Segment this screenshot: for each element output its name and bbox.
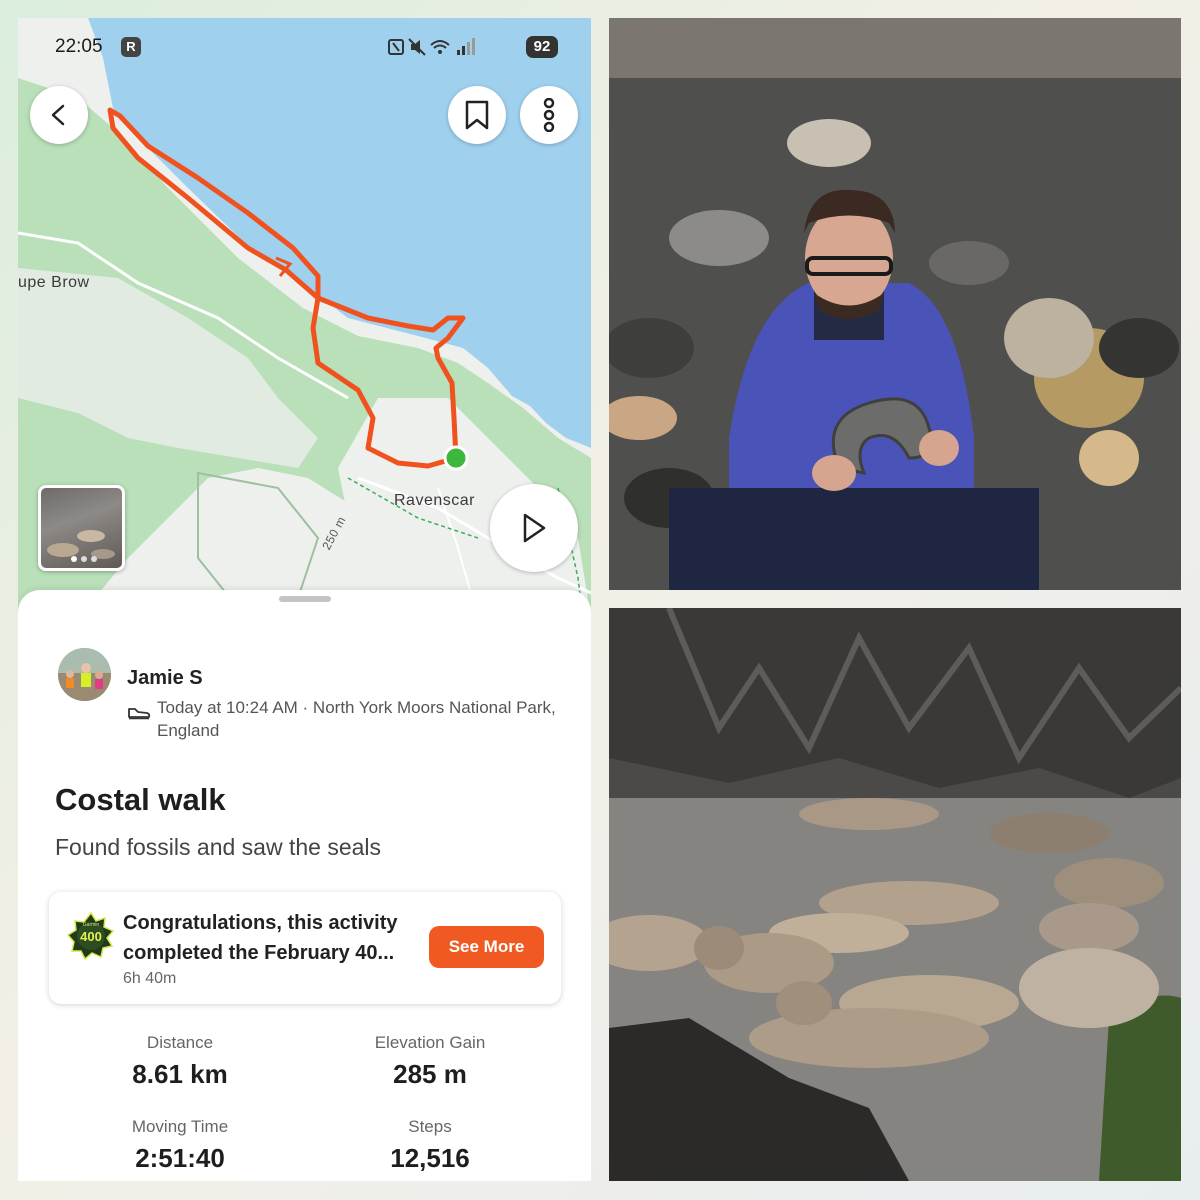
challenge-badge-icon: 400 Garmin — [67, 912, 115, 960]
stat-label: Distance — [146, 1033, 214, 1052]
status-time: 22:05 — [55, 36, 103, 57]
activity-screenshot: 22:05 R 92 upe Brow Ravenscar 250 m Jami… — [18, 18, 591, 1181]
fossil-photo-image — [609, 18, 1181, 590]
fossil-photo — [609, 18, 1181, 590]
status-bar: 22:05 R 92 — [18, 36, 591, 60]
activity-meta: Today at 10:24 AM · North York Moors Nat… — [157, 698, 556, 740]
avatar[interactable] — [58, 648, 111, 701]
back-button[interactable] — [30, 86, 88, 144]
play-icon — [523, 513, 546, 543]
stat-label: Steps — [408, 1117, 452, 1136]
save-route-button[interactable] — [448, 86, 506, 144]
map-place-label: Ravenscar — [394, 492, 475, 509]
carousel-dot — [91, 556, 97, 562]
challenge-message: Congratulations, this activity completed… — [123, 912, 398, 964]
activity-description: Found fossils and saw the seals — [55, 834, 382, 860]
nfc-mute-wifi-signal-icon — [388, 38, 475, 56]
stat-elevation-gain: Elevation Gain 285 m — [305, 1033, 555, 1090]
activity-title: Costal walk — [55, 782, 226, 817]
activity-details-sheet: Jamie S Today at 10:24 AM · North York M… — [18, 590, 591, 1181]
land-patch — [197, 471, 320, 610]
stat-label: Elevation Gain — [374, 1033, 486, 1052]
challenge-badge-caption: Garmin — [83, 922, 100, 928]
stat-label: Moving Time — [131, 1117, 229, 1136]
battery-indicator: 92 — [526, 36, 558, 58]
carousel-dot — [71, 556, 77, 562]
route-end-marker — [443, 445, 469, 471]
challenge-duration: 6h 40m — [123, 970, 177, 987]
avatar-image — [58, 648, 111, 701]
shoe-icon — [128, 708, 151, 720]
more-vertical-icon — [543, 98, 555, 132]
sheet-drag-handle[interactable] — [279, 596, 331, 602]
map-area-label: upe Brow — [18, 274, 90, 291]
seals-photo-image — [609, 608, 1181, 1181]
stat-value: 285 m — [393, 1059, 467, 1089]
play-flyover-button[interactable] — [490, 484, 578, 572]
challenge-card[interactable]: 400 Garmin Congratulations, this activit… — [49, 892, 561, 1004]
challenge-badge-text: 400 — [80, 929, 102, 944]
more-options-button[interactable] — [520, 86, 578, 144]
stat-value: 8.61 km — [132, 1059, 228, 1089]
route-map[interactable]: 22:05 R 92 upe Brow Ravenscar 250 m — [18, 18, 591, 618]
carousel-dot — [81, 556, 87, 562]
stat-value: 2:51:40 — [135, 1143, 225, 1173]
bookmark-icon — [465, 100, 489, 130]
stat-value: 12,516 — [390, 1143, 470, 1173]
stat-moving-time: Moving Time 2:51:40 — [55, 1117, 305, 1174]
activity-photo-thumbnail[interactable] — [38, 485, 125, 571]
status-icons — [387, 37, 479, 62]
seals-photo — [609, 608, 1181, 1181]
athlete-name[interactable]: Jamie S — [127, 667, 203, 690]
app-badge-icon: R — [121, 37, 141, 57]
see-more-button[interactable]: See More — [429, 926, 544, 968]
chevron-left-icon — [51, 104, 65, 126]
stat-distance: Distance 8.61 km — [55, 1033, 305, 1090]
stat-steps: Steps 12,516 — [305, 1117, 555, 1174]
